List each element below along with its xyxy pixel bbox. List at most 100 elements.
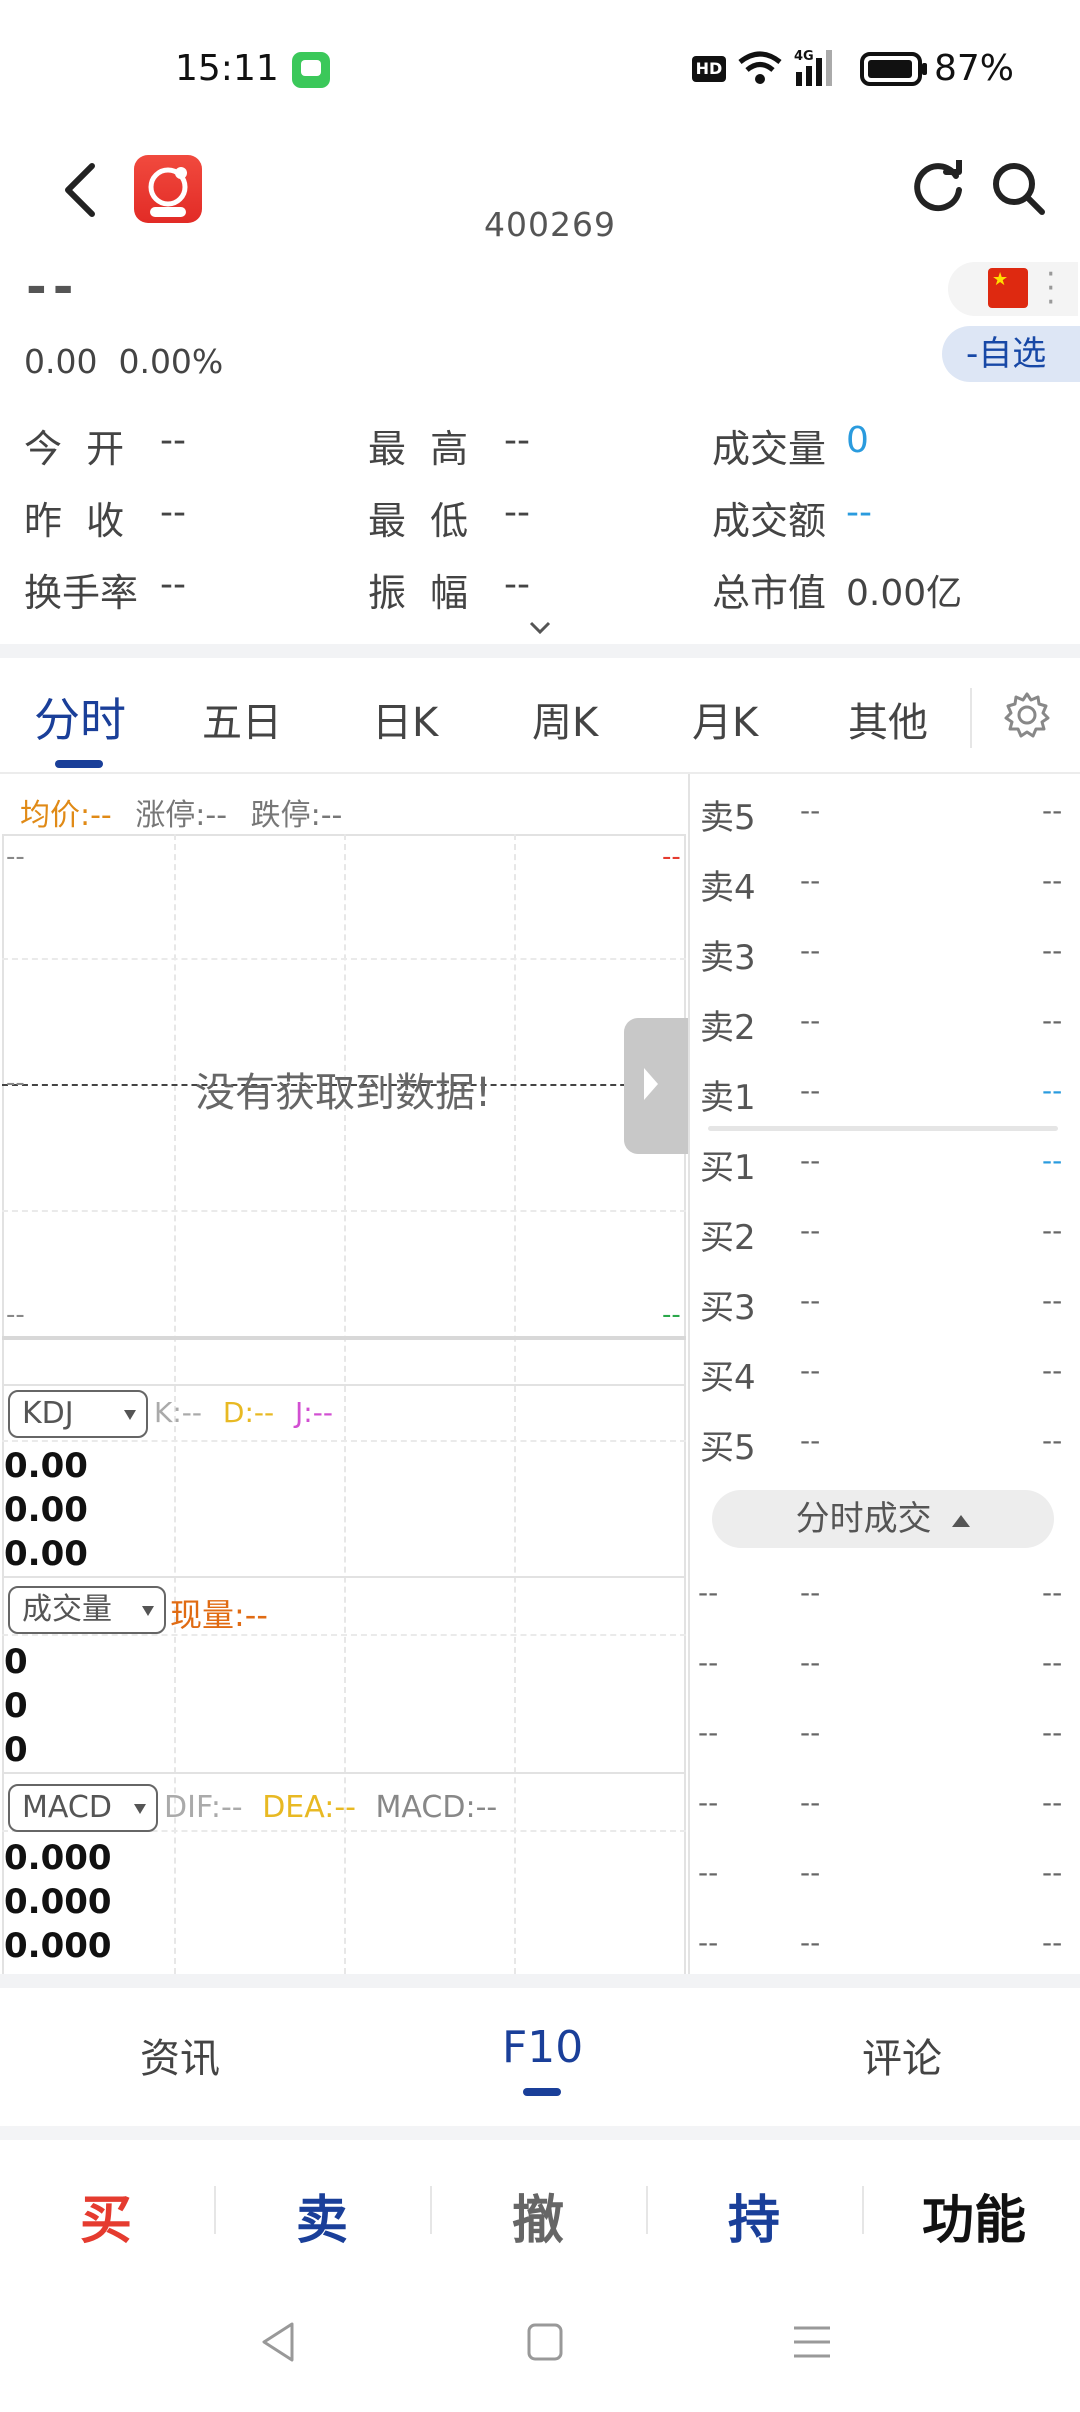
tab-intraday[interactable]: 分时 [34, 684, 126, 750]
tick-trades-button[interactable]: 分时成交 [712, 1490, 1054, 1548]
quote-amplitude-value: -- [504, 564, 530, 605]
intraday-chart[interactable]: -- -- -- -- -- KDJ K:-- D:-- J:-- 0.00 0… [2, 834, 686, 1974]
quote-open-value: -- [160, 420, 186, 461]
tab-f10[interactable]: F10 [502, 2022, 583, 2073]
watchlist-button[interactable]: -自选 [942, 326, 1080, 382]
tab-monthly-k[interactable]: 月K [692, 690, 758, 748]
tab-daily-k[interactable]: 日K [372, 690, 438, 748]
quote-turnover-label: 换手率 [24, 571, 139, 615]
cancel-order-button[interactable]: 撤 [512, 2178, 564, 2253]
status-time: 15:11 [175, 48, 279, 89]
sell-level-volume: -- [1042, 934, 1063, 967]
buy-level-price: -- [800, 1424, 821, 1457]
stock-name: -- [26, 258, 80, 316]
holdings-button[interactable]: 持 [728, 2178, 780, 2253]
limit-up-label: 涨停:-- [135, 798, 228, 833]
kdj-axis-mid: 0.00 [4, 1490, 88, 1530]
buy-level-label: 买4 [700, 1358, 756, 1398]
tick-price: -- [800, 1926, 821, 1959]
tab-active-indicator [55, 760, 103, 768]
order-book: 卖5 -- -- 卖4 -- -- 卖3 -- -- 卖2 -- -- 卖1 -… [688, 774, 1080, 1974]
nav-menu-icon[interactable] [792, 2324, 832, 2360]
volume-axis-top: 0 [4, 1642, 28, 1682]
sell-level-volume: -- [1042, 1004, 1063, 1037]
battery-percent: 87% [934, 48, 1015, 89]
kdj-axis-top: 0.00 [4, 1446, 88, 1486]
buy-level-volume: -- [1042, 1144, 1063, 1177]
tick-time: -- [698, 1786, 719, 1819]
tick-time: -- [698, 1926, 719, 1959]
indicator-select-volume[interactable]: 成交量 [8, 1586, 166, 1634]
buy-button[interactable]: 买 [80, 2178, 132, 2253]
chevron-down-icon[interactable] [528, 620, 552, 636]
macd-axis-bottom: 0.000 [4, 1926, 112, 1966]
section-divider [0, 644, 1080, 658]
kdj-j: J:-- [295, 1396, 333, 1429]
indicator-select-label: KDJ [22, 1396, 74, 1431]
caret-down-icon [142, 1606, 154, 1616]
order-book-divider [708, 1126, 1058, 1131]
tick-time: -- [698, 1856, 719, 1889]
sell-level-label: 卖1 [700, 1078, 756, 1118]
quote-amount-label: 成交额 [712, 499, 827, 543]
sell-level-label: 卖2 [700, 1008, 756, 1048]
tab-news[interactable]: 资讯 [140, 2026, 220, 2084]
functions-button[interactable]: 功能 [922, 2178, 1026, 2253]
tab-weekly-k[interactable]: 周K [532, 690, 598, 748]
price-axis-bottom-left: -- [6, 1300, 25, 1330]
expand-panel-handle[interactable] [624, 1018, 688, 1154]
tick-time: -- [698, 1716, 719, 1749]
tick-time: -- [698, 1646, 719, 1679]
quote-low-label: 最 低 [368, 499, 469, 543]
buy-level-label: 买2 [700, 1218, 756, 1258]
sell-level-volume: -- [1042, 1074, 1063, 1107]
tick-volume: -- [1042, 1646, 1063, 1679]
kdj-k: K:-- [154, 1396, 203, 1429]
tick-price: -- [800, 1646, 821, 1679]
buy-level-price: -- [800, 1144, 821, 1177]
svg-text:4G: 4G [794, 49, 814, 64]
caret-down-icon [134, 1804, 146, 1814]
indicator-select-label: MACD [22, 1790, 112, 1825]
quote-prev-close-label: 昨 收 [24, 499, 125, 543]
back-arrow-icon[interactable] [58, 160, 102, 220]
gear-icon[interactable] [1002, 690, 1052, 740]
tick-price: -- [800, 1716, 821, 1749]
buy-level-volume: -- [1042, 1214, 1063, 1247]
bottom-info-tabs: 资讯 F10 评论 [0, 1988, 1080, 2126]
avg-price-label: 均价:-- [20, 798, 112, 833]
buy-level-price: -- [800, 1214, 821, 1247]
sell-level-price: -- [800, 1004, 821, 1037]
refresh-icon[interactable] [910, 160, 966, 216]
sell-button[interactable]: 卖 [296, 2178, 348, 2253]
nav-home-icon[interactable] [526, 2322, 564, 2362]
more-icon[interactable]: · · · [1046, 260, 1056, 318]
volume-axis-bottom: 0 [4, 1730, 28, 1770]
buy-level-label: 买1 [700, 1148, 756, 1188]
sell-level-label: 卖4 [700, 868, 756, 908]
indicator-select-macd[interactable]: MACD [8, 1784, 158, 1832]
tab-other[interactable]: 其他 [848, 690, 928, 748]
price-axis-top-left: -- [6, 842, 25, 872]
indicator-select-kdj[interactable]: KDJ [8, 1390, 148, 1438]
macd-dif: DIF:-- [164, 1790, 243, 1825]
macd-dea: DEA:-- [262, 1790, 356, 1825]
pct-axis-bottom-right: -- [662, 1300, 681, 1330]
sell-level-price: -- [800, 864, 821, 897]
kdj-d: D:-- [222, 1396, 275, 1429]
tick-volume: -- [1042, 1716, 1063, 1749]
quote-amount-value: -- [846, 492, 872, 533]
quote-amplitude-label: 振 幅 [368, 571, 469, 615]
app-logo [134, 155, 202, 223]
sell-level-label: 卖3 [700, 938, 756, 978]
tick-volume: -- [1042, 1926, 1063, 1959]
tab-five-day[interactable]: 五日 [202, 690, 282, 748]
nav-back-icon[interactable] [258, 2320, 298, 2364]
hd-icon: HD [692, 56, 726, 82]
macd-values: DIF:-- DEA:-- MACD:-- [164, 1790, 497, 1825]
tab-comments[interactable]: 评论 [862, 2026, 942, 2084]
quote-high-label: 最 高 [368, 427, 469, 471]
quote-market-cap-label: 总市值 [712, 571, 827, 615]
search-icon[interactable] [990, 160, 1046, 216]
quote-turnover-value: -- [160, 564, 186, 605]
